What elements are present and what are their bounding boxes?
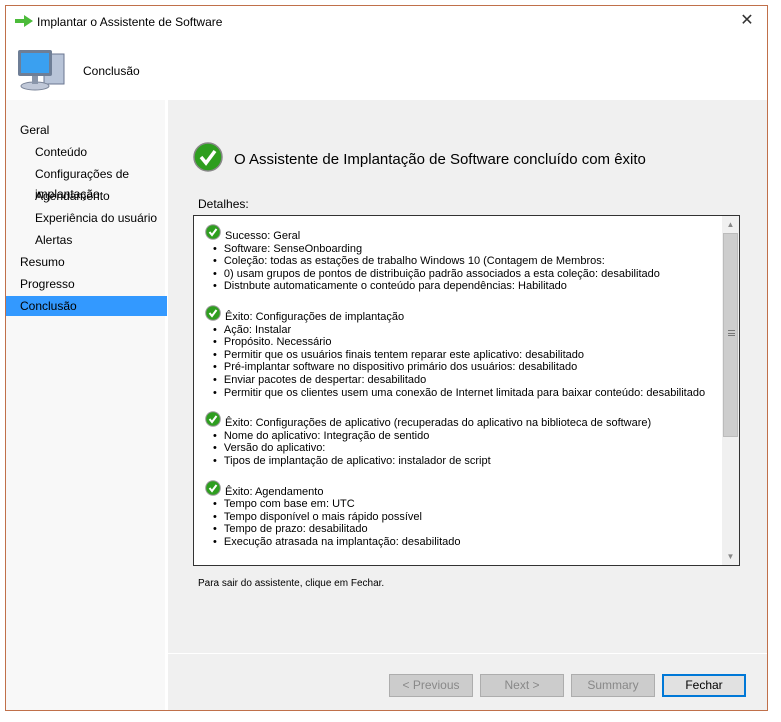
details-label: Detalhes: <box>198 197 249 211</box>
section-title: Sucesso: Geral <box>225 230 301 242</box>
detail-item: Tempo disponível o mais rápido possível <box>213 511 720 524</box>
page-title: Conclusão <box>83 64 140 78</box>
wizard-header: Conclusão <box>6 38 767 100</box>
section-title: Êxito: Configurações de implantação <box>225 310 405 323</box>
scroll-thumb[interactable] <box>723 233 738 437</box>
detail-item: Execução atrasada na implantação: desabi… <box>213 536 720 549</box>
section-heading: Sucesso: Geral <box>205 224 720 243</box>
main-panel: O Assistente de Implantação de Software … <box>168 100 767 710</box>
summary-button[interactable]: Summary <box>571 674 655 697</box>
detail-item: Permitir que os clientes usem uma conexã… <box>213 387 720 400</box>
section-heading: Êxito: Agendamento <box>205 479 720 499</box>
section-heading: Êxito: Configurações de implantação <box>205 305 720 324</box>
wizard-window: Implantar o Assistente de Software ✕ Con… <box>5 5 768 711</box>
detail-item: Pré-implantar software no dispositivo pr… <box>213 361 720 374</box>
nav-item-conclusao[interactable]: Conclusão <box>6 296 167 316</box>
nav-item-resumo[interactable]: Resumo <box>6 252 167 272</box>
section-heading: Êxito: Configurações de aplicativo (recu… <box>205 411 720 430</box>
scroll-up-icon[interactable]: ▲ <box>722 216 739 233</box>
nav-item-experiencia[interactable]: Experiência do usuário <box>6 208 167 228</box>
divider <box>168 653 767 654</box>
nav-item-geral[interactable]: Geral <box>6 120 167 140</box>
vertical-scrollbar[interactable]: ▲ ▼ <box>722 216 739 565</box>
success-check-icon <box>205 411 221 427</box>
details-section: Êxito: Configurações de implantaçãoAção:… <box>205 305 720 399</box>
wizard-nav: Geral Conteúdo Configurações de implanta… <box>6 100 167 710</box>
detail-item: Tempo de prazo: desabilitado <box>213 523 720 536</box>
success-check-icon <box>205 305 221 321</box>
previous-button[interactable]: < Previous <box>389 674 473 697</box>
detail-item: Tempo com base em: UTC <box>213 498 720 511</box>
next-button[interactable]: Next > <box>480 674 564 697</box>
scroll-down-icon[interactable]: ▼ <box>722 548 739 565</box>
nav-item-agendamento[interactable]: Agendamento <box>6 186 167 206</box>
success-check-icon <box>193 142 223 172</box>
section-title: Êxito: Agendamento <box>225 485 324 498</box>
window-title: Implantar o Assistente de Software <box>37 15 223 29</box>
detail-item: Enviar pacotes de despertar: desabilitad… <box>213 374 720 387</box>
details-section: Sucesso: GeralSoftware: SenseOnboardingC… <box>205 224 720 293</box>
detail-item: Versão do aplicativo: <box>213 442 720 455</box>
nav-item-progresso[interactable]: Progresso <box>6 274 167 294</box>
title-bar: Implantar o Assistente de Software ✕ <box>6 6 767 38</box>
nav-item-configuracoes[interactable]: Configurações de implantação <box>6 164 167 201</box>
detail-item: Distnbute automaticamente o conteúdo par… <box>213 280 720 293</box>
detail-item: Ação: Instalar <box>213 324 720 337</box>
detail-item: 0) usam grupos de pontos de distribuição… <box>213 268 720 281</box>
details-content: Sucesso: GeralSoftware: SenseOnboardingC… <box>205 224 720 560</box>
details-section: Êxito: Configurações de aplicativo (recu… <box>205 411 720 467</box>
close-button[interactable]: Fechar <box>662 674 746 697</box>
computer-icon <box>18 50 65 91</box>
section-title: Êxito: Configurações de aplicativo (recu… <box>225 417 652 430</box>
details-section: Êxito: AgendamentoTempo com base em: UTC… <box>205 479 720 549</box>
success-check-icon <box>205 479 221 496</box>
detail-item: Software: SenseOnboarding <box>213 243 720 256</box>
green-arrow-icon <box>15 15 33 27</box>
detail-item: Tipos de implantação de aplicativo: inst… <box>213 455 720 468</box>
details-box[interactable]: Sucesso: GeralSoftware: SenseOnboardingC… <box>193 215 740 566</box>
nav-item-conteudo[interactable]: Conteúdo <box>6 142 167 162</box>
detail-item: Propósito. Necessário <box>213 336 720 349</box>
detail-item: Coleção: todas as estações de trabalho W… <box>213 255 720 268</box>
nav-item-alertas[interactable]: Alertas <box>6 230 167 250</box>
close-icon[interactable]: ✕ <box>735 10 759 32</box>
grip-icon <box>728 330 735 336</box>
exit-hint: Para sair do assistente, clique em Fecha… <box>198 578 385 589</box>
detail-item: Permitir que os usuários finais tentem r… <box>213 349 720 362</box>
detail-item: Nome do aplicativo: Integração de sentid… <box>213 430 720 443</box>
success-check-icon <box>205 224 221 240</box>
completion-heading: O Assistente de Implantação de Software … <box>234 151 646 168</box>
